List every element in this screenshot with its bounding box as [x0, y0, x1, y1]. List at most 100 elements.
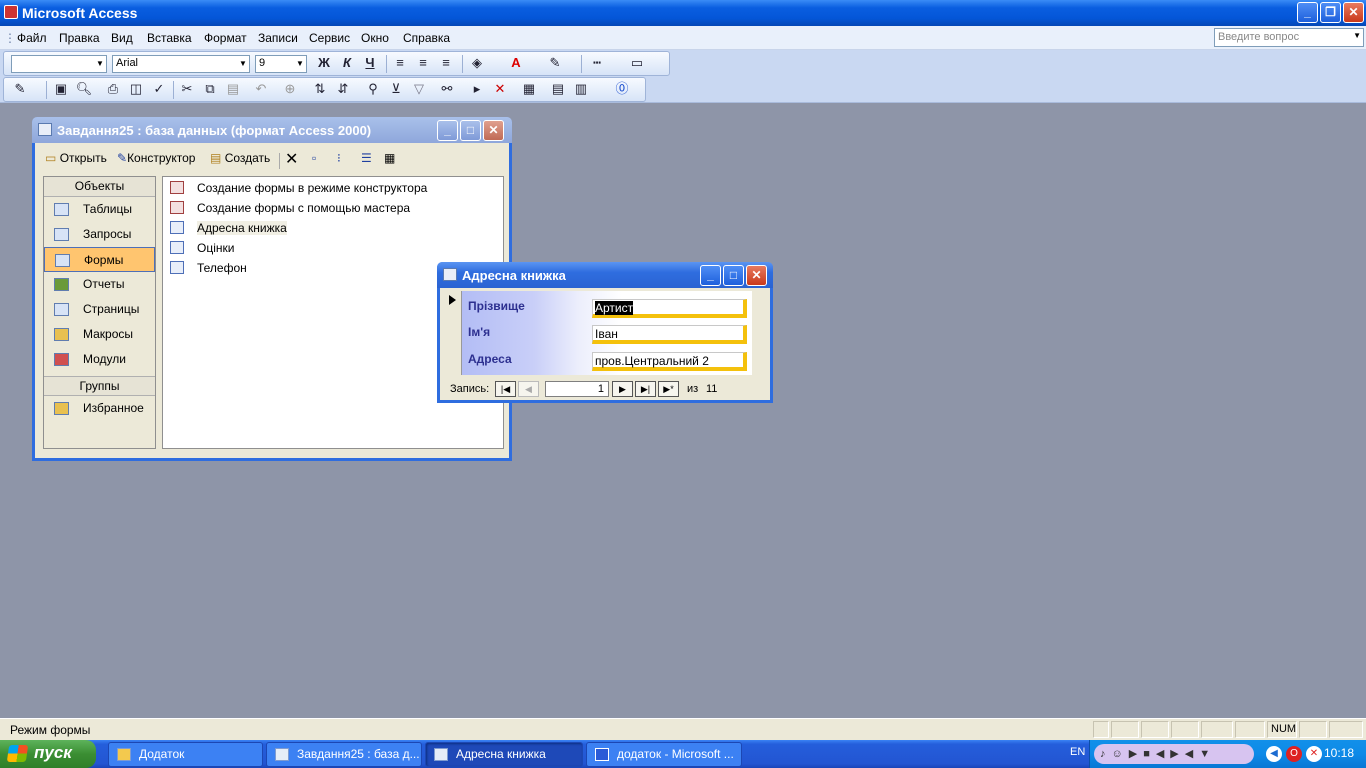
cut-icon[interactable]: ✂ [177, 79, 197, 99]
task-database[interactable]: Завдання25 : база д... [266, 742, 422, 767]
name-field[interactable]: Іван [592, 325, 747, 344]
apply-filter-icon[interactable]: ▽ [409, 79, 429, 99]
help-icon[interactable]: ⓪ [612, 79, 632, 99]
object-queries[interactable]: Запросы [44, 222, 155, 247]
close-circle-icon[interactable]: ✕ [1306, 746, 1322, 762]
font-combo[interactable]: Arial ▼ [112, 55, 250, 73]
menu-insert[interactable]: Вставка [147, 31, 192, 45]
list-view-icon[interactable]: ☰ [361, 151, 372, 165]
list-item-otsinky[interactable]: Оцінки [163, 238, 503, 258]
menu-edit[interactable]: Правка [59, 31, 100, 45]
undo-icon[interactable]: ↶ [251, 79, 271, 99]
next-record-button[interactable]: ▶ [612, 381, 633, 397]
database-window-titlebar[interactable]: Завдання25 : база данных (формат Access … [32, 117, 512, 143]
find-icon[interactable]: ⚯ [437, 79, 457, 99]
first-record-button[interactable]: |◀ [495, 381, 516, 397]
list-item-design-wizard[interactable]: Создание формы в режиме конструктора [163, 178, 503, 198]
db-delete-button[interactable]: ✕ [285, 149, 298, 169]
form-close-button[interactable]: ✕ [746, 265, 767, 286]
task-form[interactable]: Адресна книжка [425, 742, 583, 767]
align-left-icon[interactable]: ≡ [390, 53, 410, 73]
help-placeholder: Введите вопрос [1218, 31, 1300, 43]
filter-by-form-icon[interactable]: ⊻ [386, 79, 406, 99]
address-field[interactable]: пров.Центральний 2 [592, 352, 747, 371]
menu-window[interactable]: Окно [361, 31, 389, 45]
menu-file[interactable]: Файл [17, 31, 47, 45]
underline-button[interactable]: Ч [360, 53, 380, 73]
sort-descending-icon[interactable]: ⇵ [333, 79, 353, 99]
record-selector[interactable] [446, 291, 462, 375]
spelling-icon[interactable]: ✓ [149, 79, 169, 99]
fill-color-icon[interactable]: ◈ [467, 53, 487, 73]
copy-icon[interactable]: ⧉ [200, 79, 220, 99]
previous-record-button[interactable]: ◀ [518, 381, 539, 397]
details-view-icon[interactable]: ▦ [384, 151, 395, 165]
db-design-button[interactable]: ✎Конструктор [117, 151, 195, 165]
minimize-button[interactable]: _ [1297, 2, 1318, 23]
last-record-button[interactable]: ▶| [635, 381, 656, 397]
chevron-down-icon[interactable]: ▼ [1353, 31, 1361, 40]
db-create-button[interactable]: ▤ Создать [210, 151, 270, 165]
db-maximize-button[interactable]: □ [460, 120, 481, 141]
border-style-icon[interactable]: ┅ [587, 53, 607, 73]
menu-tools[interactable]: Сервис [309, 31, 350, 45]
line-width-icon[interactable]: ▭ [627, 53, 647, 73]
large-icons-icon[interactable]: ▫ [312, 151, 316, 165]
object-tables[interactable]: Таблицы [44, 197, 155, 222]
surname-field[interactable]: Артист [592, 299, 747, 318]
db-minimize-button[interactable]: _ [437, 120, 458, 141]
new-object-icon[interactable]: ▥ [571, 79, 591, 99]
form-window-titlebar[interactable]: Адресна книжка _ □ ✕ [437, 262, 773, 288]
font-color-icon[interactable]: A [506, 53, 526, 73]
menu-view[interactable]: Вид [111, 31, 133, 45]
object-reports[interactable]: Отчеты [44, 272, 155, 297]
close-button[interactable]: ✕ [1343, 2, 1364, 23]
bold-button[interactable]: Ж [314, 53, 334, 73]
font-size-combo[interactable]: 9 ▼ [255, 55, 307, 73]
back-arrow-icon[interactable]: ◀ [1266, 746, 1282, 762]
object-macros[interactable]: Макросы [44, 322, 155, 347]
language-indicator[interactable]: EN [1070, 746, 1085, 758]
paste-icon[interactable]: ▤ [223, 79, 243, 99]
task-dodatok-folder[interactable]: Додаток [108, 742, 263, 767]
hyperlink-icon[interactable]: ⊕ [280, 79, 300, 99]
db-open-button[interactable]: ▭ Открыть [45, 151, 107, 165]
new-record-icon[interactable]: ▸ [467, 79, 487, 99]
form-maximize-button[interactable]: □ [723, 265, 744, 286]
delete-record-icon[interactable]: ✕ [490, 79, 510, 99]
menu-help[interactable]: Справка [403, 31, 450, 45]
properties-icon[interactable]: ▦ [519, 79, 539, 99]
search-file-icon[interactable]: 🔍︎ [74, 79, 94, 99]
help-search-input[interactable]: Введите вопрос ▼ [1214, 28, 1364, 47]
italic-button[interactable]: К [337, 53, 357, 73]
object-pages[interactable]: Страницы [44, 297, 155, 322]
db-close-button[interactable]: ✕ [483, 120, 504, 141]
new-record-button[interactable]: ▶* [658, 381, 679, 397]
sort-ascending-icon[interactable]: ⇅ [310, 79, 330, 99]
object-modules[interactable]: Модули [44, 347, 155, 372]
database-window-icon[interactable]: ▤ [548, 79, 568, 99]
list-item-form-wizard[interactable]: Создание формы с помощью мастера [163, 198, 503, 218]
menu-records[interactable]: Записи [258, 31, 298, 45]
group-favorites[interactable]: Избранное [44, 396, 155, 421]
print-preview-icon[interactable]: ◫ [126, 79, 146, 99]
menu-format[interactable]: Формат [204, 31, 247, 45]
opera-icon[interactable]: O [1286, 746, 1302, 762]
task-word-document[interactable]: додаток - Microsoft ... [586, 742, 742, 767]
align-right-icon[interactable]: ≡ [436, 53, 456, 73]
current-record-input[interactable]: 1 [545, 381, 609, 397]
restore-button[interactable]: ❐ [1320, 2, 1341, 23]
line-color-icon[interactable]: ✎ [545, 53, 565, 73]
object-combo[interactable]: ▼ [11, 55, 107, 73]
view-icon[interactable]: ✎ [10, 79, 30, 99]
save-icon[interactable]: ▣ [51, 79, 71, 99]
print-icon[interactable]: ⎙ [103, 79, 123, 99]
start-button[interactable]: пуск [0, 740, 96, 768]
form-minimize-button[interactable]: _ [700, 265, 721, 286]
small-icons-icon[interactable]: ⁝ [337, 151, 341, 165]
object-forms[interactable]: Формы [44, 247, 155, 272]
list-item-adresna-knyzhka[interactable]: Адресна книжка [163, 218, 503, 238]
align-center-icon[interactable]: ≡ [413, 53, 433, 73]
media-player-icon[interactable]: ♪☺▶■◀▶◀▼ [1094, 744, 1254, 764]
filter-by-selection-icon[interactable]: ⚲ [363, 79, 383, 99]
